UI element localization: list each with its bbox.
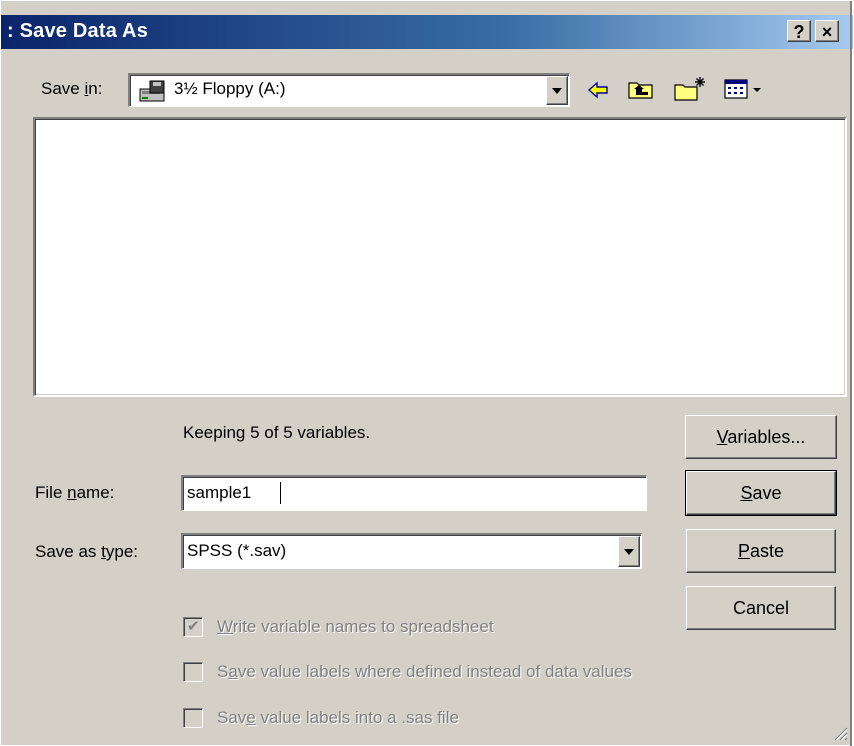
title-bar[interactable]: : Save Data As ? ×: [1, 15, 853, 49]
write-var-names-label-post: rite variable names to spreadsheet: [232, 617, 494, 636]
variables-button-accel: V: [716, 427, 728, 447]
view-menu-icon[interactable]: [723, 78, 767, 102]
save-value-labels-checkbox[interactable]: [183, 662, 203, 682]
save-as-type-label-pre: Save as: [35, 542, 102, 561]
dialog-right-edge: [850, 1, 852, 746]
close-button[interactable]: ×: [815, 20, 839, 42]
floppy-drive-icon: [139, 80, 165, 102]
save-as-type-label-post: ype:: [105, 542, 139, 561]
save-in-label-post: n:: [88, 79, 103, 98]
save-sas-file-label-pre: Sav: [217, 708, 247, 727]
checkmark-icon: ✔: [187, 618, 200, 635]
save-data-as-dialog: : Save Data As ? × Save in: 3½ Floppy (A…: [0, 0, 853, 746]
write-var-names-checkbox[interactable]: ✔: [183, 617, 203, 637]
paste-button-accel: P: [737, 541, 750, 561]
save-as-type-label: Save as type:: [35, 542, 138, 562]
save-in-dropdown-arrow[interactable]: [546, 76, 568, 105]
cancel-button[interactable]: Cancel: [686, 586, 836, 630]
resize-grip-icon[interactable]: [832, 725, 848, 741]
save-value-labels-label: Save value labels where defined instead …: [217, 662, 632, 682]
save-as-type-dropdown-arrow[interactable]: [618, 536, 640, 567]
file-name-label: File name:: [35, 483, 114, 503]
save-sas-file-checkbox[interactable]: [183, 708, 203, 728]
save-value-labels-label-accel: a: [228, 662, 238, 681]
save-in-value: 3½ Floppy (A:): [174, 79, 286, 98]
up-folder-icon[interactable]: [627, 77, 655, 101]
save-as-type-value: SPSS (*.sav): [187, 541, 287, 560]
save-sas-file-label-accel: e: [246, 708, 256, 727]
back-arrow-icon[interactable]: [586, 79, 610, 101]
save-in-label: Save in:: [41, 79, 102, 99]
save-button[interactable]: Save: [685, 470, 837, 516]
help-button[interactable]: ?: [787, 20, 811, 42]
paste-button[interactable]: Paste: [686, 529, 836, 573]
variables-button-label: ariables...: [727, 427, 806, 447]
file-name-label-accel: n: [67, 483, 77, 502]
save-as-type-dropdown[interactable]: SPSS (*.sav): [181, 533, 642, 569]
write-var-names-label-accel: W: [217, 617, 233, 636]
keeping-status: Keeping 5 of 5 variables.: [183, 423, 371, 442]
save-in-dropdown[interactable]: 3½ Floppy (A:): [128, 73, 570, 107]
window-title: : Save Data As: [7, 20, 149, 42]
file-name-label-pre: File: [35, 483, 68, 502]
file-name-label-post: ame:: [76, 483, 115, 502]
file-name-input[interactable]: sample1: [181, 475, 647, 511]
save-button-accel: S: [740, 483, 753, 503]
save-sas-file-label: Save value labels into a .sas file: [217, 708, 459, 728]
save-in-label-pre: Save: [41, 79, 85, 98]
save-button-label: ave: [752, 483, 782, 503]
paste-button-label: aste: [749, 541, 785, 561]
save-sas-file-label-post: value labels into a .sas file: [255, 708, 459, 727]
text-caret: [280, 482, 281, 504]
file-list[interactable]: [33, 117, 847, 397]
new-folder-icon[interactable]: [673, 75, 707, 103]
variables-button[interactable]: Variables...: [685, 415, 837, 459]
save-value-labels-label-post: ve value labels where defined instead of…: [237, 662, 632, 681]
save-value-labels-label-pre: S: [217, 662, 229, 681]
write-var-names-label: Write variable names to spreadsheet: [217, 617, 494, 637]
file-name-value: sample1: [187, 483, 252, 502]
